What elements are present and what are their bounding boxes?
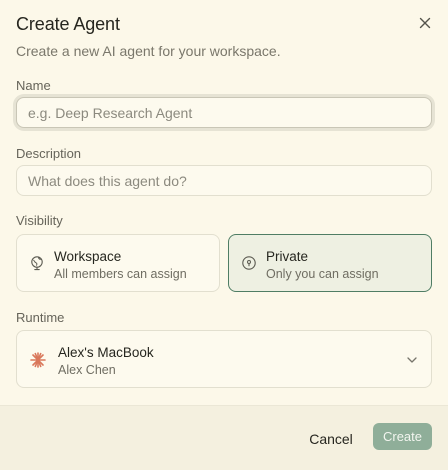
dialog-title: Create Agent bbox=[16, 14, 120, 34]
description-input[interactable] bbox=[16, 165, 432, 196]
cancel-button[interactable]: Cancel bbox=[300, 428, 362, 450]
runtime-owner: Alex Chen bbox=[58, 363, 116, 377]
workspace-option-title: Workspace bbox=[54, 249, 122, 264]
name-input[interactable] bbox=[16, 97, 432, 128]
visibility-option-workspace[interactable]: Workspace All members can assign bbox=[16, 234, 220, 292]
private-option-title: Private bbox=[266, 249, 309, 264]
dialog-subtitle: Create a new AI agent for your workspace… bbox=[16, 43, 281, 59]
private-option-subtitle: Only you can assign bbox=[266, 267, 379, 281]
lock-icon bbox=[242, 256, 256, 270]
workspace-option-subtitle: All members can assign bbox=[54, 267, 187, 281]
runtime-select[interactable]: Alex's MacBook Alex Chen bbox=[16, 330, 432, 388]
create-button[interactable]: Create bbox=[373, 423, 432, 450]
close-icon bbox=[419, 17, 431, 29]
description-label: Description bbox=[16, 146, 82, 161]
name-label: Name bbox=[16, 78, 51, 93]
globe-icon bbox=[31, 256, 43, 271]
dialog-footer: Cancel Create bbox=[0, 405, 448, 470]
runtime-label: Runtime bbox=[16, 310, 65, 325]
runtime-name: Alex's MacBook bbox=[58, 345, 154, 360]
create-agent-dialog: Create Agent Create a new AI agent for y… bbox=[0, 0, 448, 470]
visibility-label: Visibility bbox=[16, 213, 63, 228]
visibility-option-private[interactable]: Private Only you can assign bbox=[228, 234, 432, 292]
burst-icon bbox=[30, 352, 46, 368]
chevron-down-icon bbox=[407, 357, 417, 363]
close-button[interactable] bbox=[414, 12, 436, 34]
